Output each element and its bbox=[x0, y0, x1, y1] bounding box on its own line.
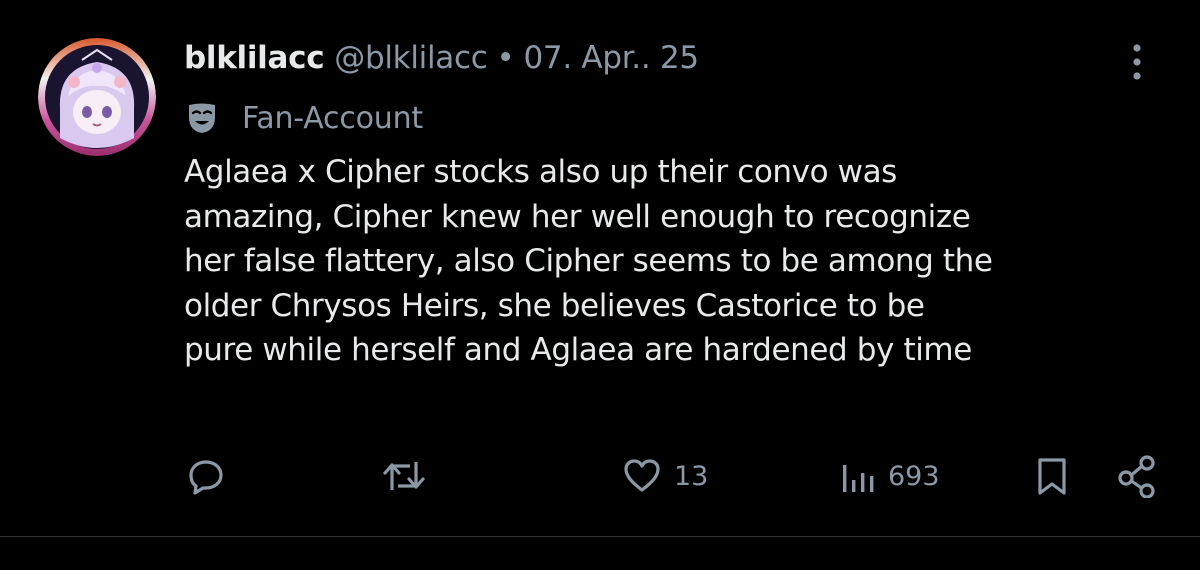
reply-icon bbox=[189, 460, 223, 495]
views-icon bbox=[843, 465, 874, 492]
tweet[interactable]: blklilacc @blklilacc • 07. Apr.. 25 Fan-… bbox=[0, 0, 1200, 570]
like-count: 13 bbox=[674, 460, 709, 492]
like-button[interactable]: 13 bbox=[622, 450, 708, 502]
divider bbox=[0, 536, 1200, 537]
action-bar: 13 693 bbox=[184, 450, 1164, 502]
post-header: blklilacc @blklilacc • 07. Apr.. 25 bbox=[184, 40, 699, 86]
reply-button[interactable] bbox=[186, 450, 226, 502]
account-label-text: Fan-Account bbox=[242, 100, 423, 136]
share-icon bbox=[1118, 455, 1155, 498]
separator-dot: • bbox=[496, 40, 515, 76]
views-button[interactable]: 693 bbox=[840, 450, 940, 502]
post-date[interactable]: 07. Apr.. 25 bbox=[523, 40, 699, 76]
share-button[interactable] bbox=[1116, 450, 1160, 502]
avatar[interactable] bbox=[38, 38, 156, 156]
view-count: 693 bbox=[888, 460, 940, 492]
avatar-image bbox=[38, 38, 156, 156]
post-text: Aglaea x Cipher stocks also up their con… bbox=[184, 154, 993, 368]
bookmark-icon bbox=[1038, 458, 1066, 495]
more-options-icon[interactable] bbox=[1126, 40, 1148, 84]
theater-mask-icon bbox=[189, 103, 215, 133]
repost-icon bbox=[383, 462, 425, 490]
repost-button[interactable] bbox=[382, 450, 426, 502]
user-handle[interactable]: @blklilacc bbox=[334, 40, 487, 76]
account-label[interactable]: Fan-Account bbox=[184, 96, 423, 140]
display-name[interactable]: blklilacc bbox=[184, 40, 325, 76]
bookmark-button[interactable] bbox=[1032, 450, 1072, 502]
heart-icon bbox=[624, 459, 660, 492]
